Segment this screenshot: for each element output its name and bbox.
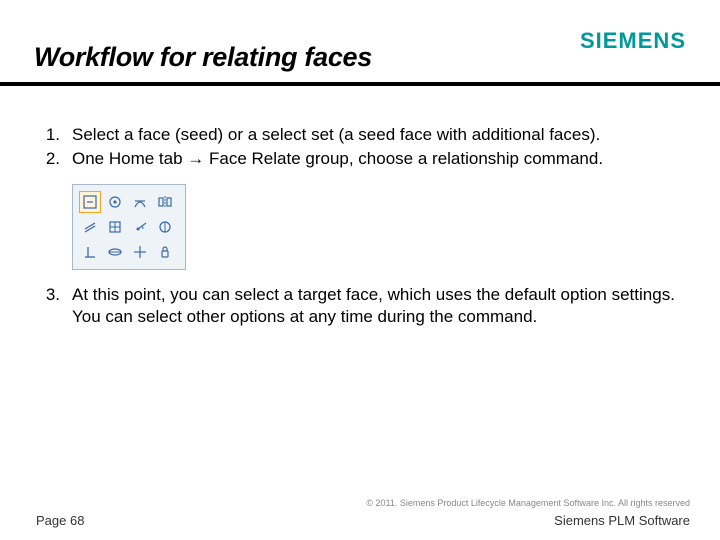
concentric-icon[interactable] [104, 191, 126, 213]
offset-icon[interactable] [104, 216, 126, 238]
rigid-icon[interactable] [154, 241, 176, 263]
symmetric-icon[interactable] [154, 191, 176, 213]
list-text-part: One Home tab [72, 149, 187, 168]
perpendicular-icon[interactable] [79, 241, 101, 263]
brand-logo: SIEMENS [580, 28, 686, 54]
list-number: 3. [40, 284, 72, 328]
list-number: 1. [40, 124, 72, 146]
list-text: One Home tab → Face Relate group, choose… [72, 148, 684, 170]
list-text-part: Face Relate group, choose a relationship… [204, 149, 603, 168]
parallel-icon[interactable] [79, 191, 101, 213]
list-number: 2. [40, 148, 72, 170]
page-number: Page 68 [36, 513, 84, 528]
list-text: Select a face (seed) or a select set (a … [72, 124, 684, 146]
toolbar-grid [79, 191, 179, 263]
list-item: 2. One Home tab → Face Relate group, cho… [40, 148, 684, 170]
page-title: Workflow for relating faces [34, 42, 372, 73]
slide-footer: © 2011. Siemens Product Lifecycle Manage… [0, 488, 720, 540]
horizontal-vertical-icon[interactable] [129, 241, 151, 263]
angle-icon[interactable] [129, 216, 151, 238]
arrow-icon: → [187, 149, 204, 168]
product-name: Siemens PLM Software [554, 513, 690, 528]
list-item: 3. At this point, you can select a targe… [40, 284, 684, 328]
face-relate-toolbar [72, 184, 186, 270]
coplanar-axis-icon[interactable] [154, 216, 176, 238]
list-item: 1. Select a face (seed) or a select set … [40, 124, 684, 146]
slide-header: Workflow for relating faces SIEMENS [0, 0, 720, 84]
equal-icon[interactable] [79, 216, 101, 238]
tangent-icon[interactable] [129, 191, 151, 213]
copyright-text: © 2011. Siemens Product Lifecycle Manage… [366, 498, 690, 508]
content-area: 1. Select a face (seed) or a select set … [40, 124, 684, 330]
header-divider [0, 82, 720, 86]
list-text: At this point, you can select a target f… [72, 284, 684, 328]
coplanar-icon[interactable] [104, 241, 126, 263]
